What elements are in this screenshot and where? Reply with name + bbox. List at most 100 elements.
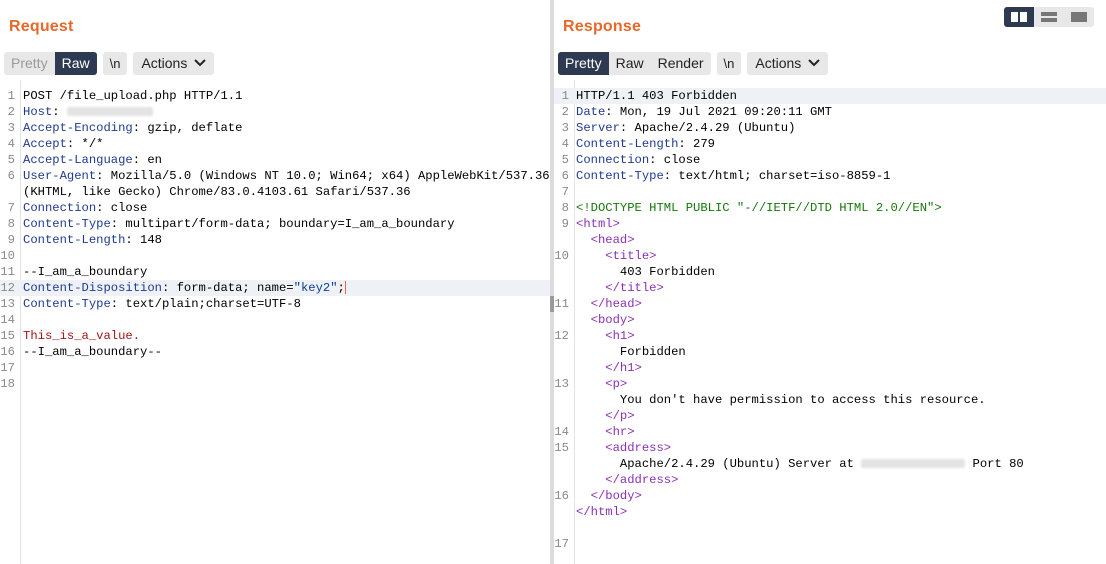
line-content: <body>	[576, 312, 635, 328]
code-line: 3 Server: Apache/2.4.29 (Ubuntu)	[554, 120, 1106, 136]
text-caret	[344, 281, 346, 295]
code-token: : */*	[66, 137, 104, 151]
code-token: </body>	[590, 489, 642, 503]
line-content: <html>	[576, 216, 620, 232]
code-line: 2 Host:	[0, 104, 550, 120]
code-line: 7	[554, 184, 1106, 200]
code-token: Content-Length	[23, 233, 126, 247]
request-view-tabs: Pretty Raw	[4, 51, 97, 75]
line-number: 8	[7, 217, 15, 231]
line-content: Content-Length: 279	[576, 136, 715, 152]
request-actions-button[interactable]: Actions	[133, 51, 215, 75]
code-token: <body>	[590, 313, 635, 327]
line-number: 7	[561, 185, 569, 199]
line-content: Content-Type: multipart/form-data; bound…	[23, 216, 455, 232]
line-number: 6	[7, 169, 15, 183]
single-pane-icon[interactable]	[1064, 7, 1094, 27]
code-token: </p>	[605, 409, 635, 423]
split-horizontal-icon[interactable]	[1004, 7, 1034, 27]
code-token: Accept-Language	[23, 153, 133, 167]
line-number: 13	[0, 297, 15, 311]
line-content: POST /file_upload.php HTTP/1.1	[23, 88, 242, 104]
code-line: 1 HTTP/1.1 403 Forbidden	[554, 88, 1106, 104]
code-line: 18	[0, 376, 550, 392]
code-line: 13 <p>	[554, 376, 1106, 392]
line-content: Host:	[23, 104, 153, 120]
code-token: <head>	[590, 233, 635, 247]
code-line: 8 Content-Type: multipart/form-data; boun…	[0, 216, 550, 232]
line-content: --I_am_a_boundary	[23, 264, 147, 280]
split-vertical-icon[interactable]	[1034, 7, 1064, 27]
response-actions-button[interactable]: Actions	[747, 51, 829, 75]
code-token: : 279	[678, 137, 715, 151]
response-newline-toggle[interactable]: \n	[716, 51, 742, 75]
code-line: 10 <title>	[554, 248, 1106, 264]
request-tab-pretty[interactable]: Pretty	[4, 52, 55, 75]
line-number: 6	[561, 169, 569, 183]
line-content: User-Agent: Mozilla/5.0 (Windows NT 10.0…	[23, 168, 550, 184]
code-token: This_is_a_value.	[23, 329, 141, 343]
code-token: : form-data; name=	[161, 281, 294, 295]
code-token: Accept-Encoding	[23, 121, 133, 135]
code-line: 17	[554, 536, 1106, 552]
code-line: 13 Content-Type: text/plain;charset=UTF-8	[0, 296, 550, 312]
code-line: 1 POST /file_upload.php HTTP/1.1	[0, 88, 550, 104]
code-token: Apache/2.4.29 (Ubuntu) Server at	[576, 457, 862, 471]
request-tab-raw[interactable]: Raw	[54, 51, 97, 75]
code-line: You don't have permission to access this…	[554, 392, 1106, 408]
code-token: ;	[337, 281, 345, 295]
line-number: 14	[0, 313, 15, 327]
request-newline-toggle[interactable]: \n	[102, 51, 128, 75]
code-token: : text/plain;charset=UTF-8	[110, 297, 301, 311]
code-token: Host	[23, 105, 53, 119]
line-content: This_is_a_value.	[23, 328, 140, 344]
line-number: 16	[0, 345, 15, 359]
code-token: <!DOCTYPE HTML PUBLIC "-//IETF//DTD HTML…	[576, 201, 942, 215]
code-line: 2 Date: Mon, 19 Jul 2021 09:20:11 GMT	[554, 104, 1106, 120]
code-line: 4 Content-Length: 279	[554, 136, 1106, 152]
line-number: 11	[554, 297, 569, 311]
line-number: 3	[7, 121, 15, 135]
code-token: Forbidden	[576, 345, 686, 359]
code-token: : en	[132, 153, 162, 167]
request-title: Request	[9, 18, 74, 35]
code-line: 16 </body>	[554, 488, 1106, 504]
request-editor[interactable]: 1 POST /file_upload.php HTTP/1.1 2 Host: 3A…	[0, 80, 550, 564]
line-number: 16	[554, 489, 569, 503]
code-token: : Apache/2.4.29 (Ubuntu)	[619, 121, 796, 135]
line-number: 11	[0, 265, 15, 279]
code-token: <address>	[605, 441, 672, 455]
code-token: --I_am_a_boundary	[23, 265, 148, 279]
code-line: 9 <html>	[554, 216, 1106, 232]
line-content: </address>	[576, 472, 678, 488]
code-line: 14	[0, 312, 550, 328]
code-line: 15 This_is_a_value.	[0, 328, 550, 344]
code-token: Connection	[576, 153, 650, 167]
line-number: 8	[561, 201, 569, 215]
line-content: </p>	[576, 408, 635, 424]
line-number: 17	[554, 537, 569, 551]
line-content: </h1>	[576, 360, 642, 376]
line-number: 5	[561, 153, 569, 167]
code-token: Server	[576, 121, 620, 135]
code-line: </title>	[554, 280, 1106, 296]
code-token: : close	[649, 153, 701, 167]
code-token: : Mon, 19 Jul 2021 09:20:11 GMT	[605, 105, 832, 119]
line-content: 403 Forbidden	[576, 264, 715, 280]
response-view-tabs: Pretty Raw Render	[558, 51, 711, 75]
request-lines: 1 POST /file_upload.php HTTP/1.1 2 Host: 3A…	[0, 88, 550, 392]
response-tab-pretty[interactable]: Pretty	[558, 51, 609, 75]
line-number: 2	[561, 105, 569, 119]
response-actions-label: Actions	[755, 54, 802, 71]
code-token: : gzip, deflate	[132, 121, 243, 135]
response-editor[interactable]: 1 HTTP/1.1 403 Forbidden 2 Date: Mon, 19 Ju…	[554, 80, 1106, 564]
response-tab-render[interactable]: Render	[651, 52, 711, 75]
response-tab-raw[interactable]: Raw	[609, 52, 651, 75]
code-token: <hr>	[605, 425, 635, 439]
request-toolbar: Pretty Raw \n Actions	[4, 51, 215, 75]
